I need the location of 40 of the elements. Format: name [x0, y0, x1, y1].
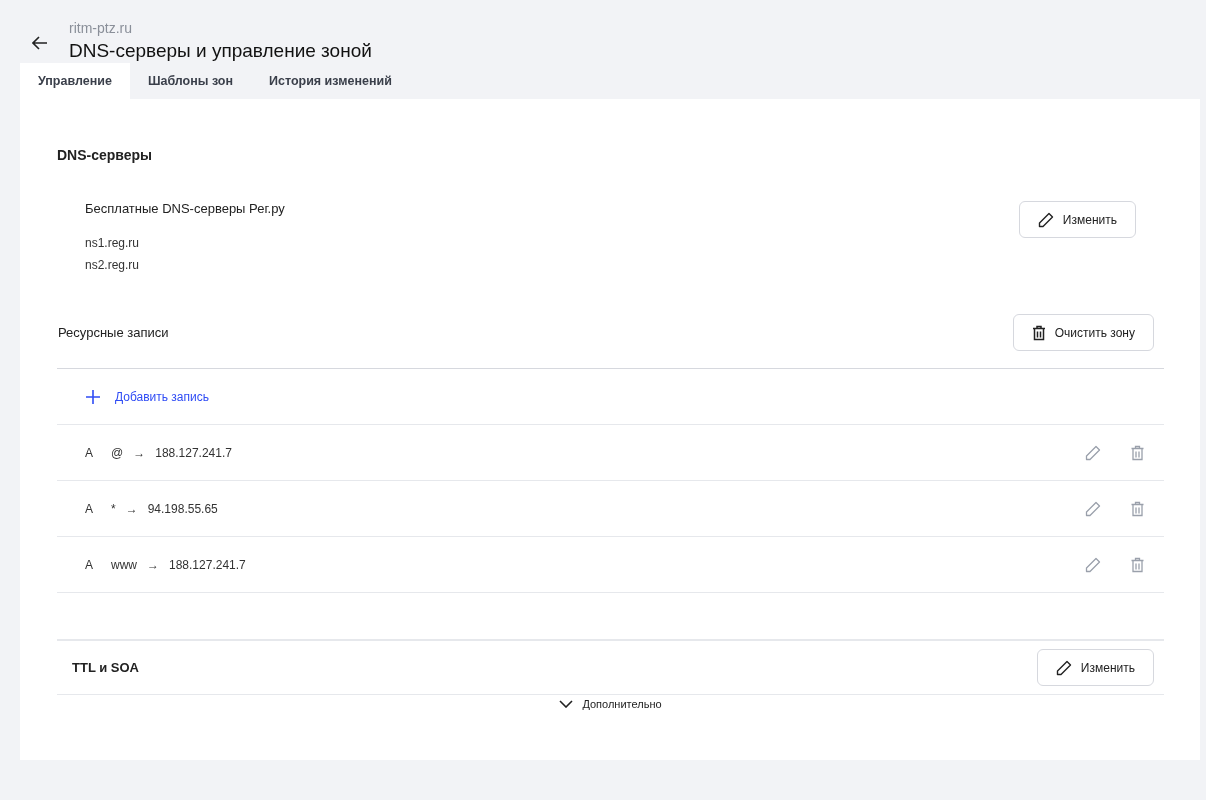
pencil-icon[interactable] [1085, 444, 1101, 461]
domain-name: ritm-ptz.ru [69, 20, 133, 36]
page-title: DNS-серверы и управление зоной [69, 40, 372, 62]
arrow-glyph: → [125, 501, 138, 516]
clear-zone-button[interactable]: Очистить зону [1012, 314, 1154, 351]
record-type: A [85, 445, 93, 460]
tab[interactable]: История изменений [251, 63, 410, 99]
pencil-icon [1055, 659, 1072, 676]
arrow-glyph: → [147, 557, 159, 572]
back-arrow-icon[interactable] [32, 36, 48, 50]
server-name: ns2.reg.ru [85, 258, 141, 272]
trash-icon[interactable] [1131, 556, 1144, 573]
plus-icon [85, 388, 101, 405]
trash-icon[interactable] [1131, 444, 1144, 461]
trash-icon [1031, 324, 1046, 341]
tab[interactable]: Управление [20, 63, 130, 99]
section-heading: DNS-серверы [57, 146, 154, 163]
more-toggle[interactable]: Дополнительно [559, 698, 662, 710]
record-host: www [111, 557, 137, 572]
record-type: A [85, 557, 93, 572]
pencil-icon [1037, 211, 1054, 228]
section-heading: Ресурсные записи [58, 325, 169, 340]
add-record-link[interactable]: Добавить запись [85, 388, 209, 405]
edit-button[interactable]: Изменить [1036, 649, 1154, 686]
pencil-icon[interactable] [1085, 500, 1101, 517]
pencil-icon[interactable] [1085, 556, 1101, 573]
section-heading: TTL и SOA [72, 660, 139, 675]
record-value: 94.198.55.65 [147, 501, 218, 516]
edit-button[interactable]: Изменить [1018, 201, 1136, 238]
record-type: A [85, 501, 93, 516]
record-value: 188.127.241.7 [169, 557, 246, 572]
record-host: @ [111, 445, 124, 460]
server-name: ns1.reg.ru [85, 236, 141, 250]
chevron-down-icon [559, 700, 574, 708]
dns-provider-name: Бесплатные DNS-серверы Рег.ру [85, 201, 286, 216]
record-value: 188.127.241.7 [155, 445, 232, 460]
arrow-glyph: → [133, 445, 146, 460]
tab[interactable]: Шаблоны зон [129, 63, 251, 99]
trash-icon[interactable] [1131, 500, 1144, 517]
record-host: * [111, 501, 116, 516]
